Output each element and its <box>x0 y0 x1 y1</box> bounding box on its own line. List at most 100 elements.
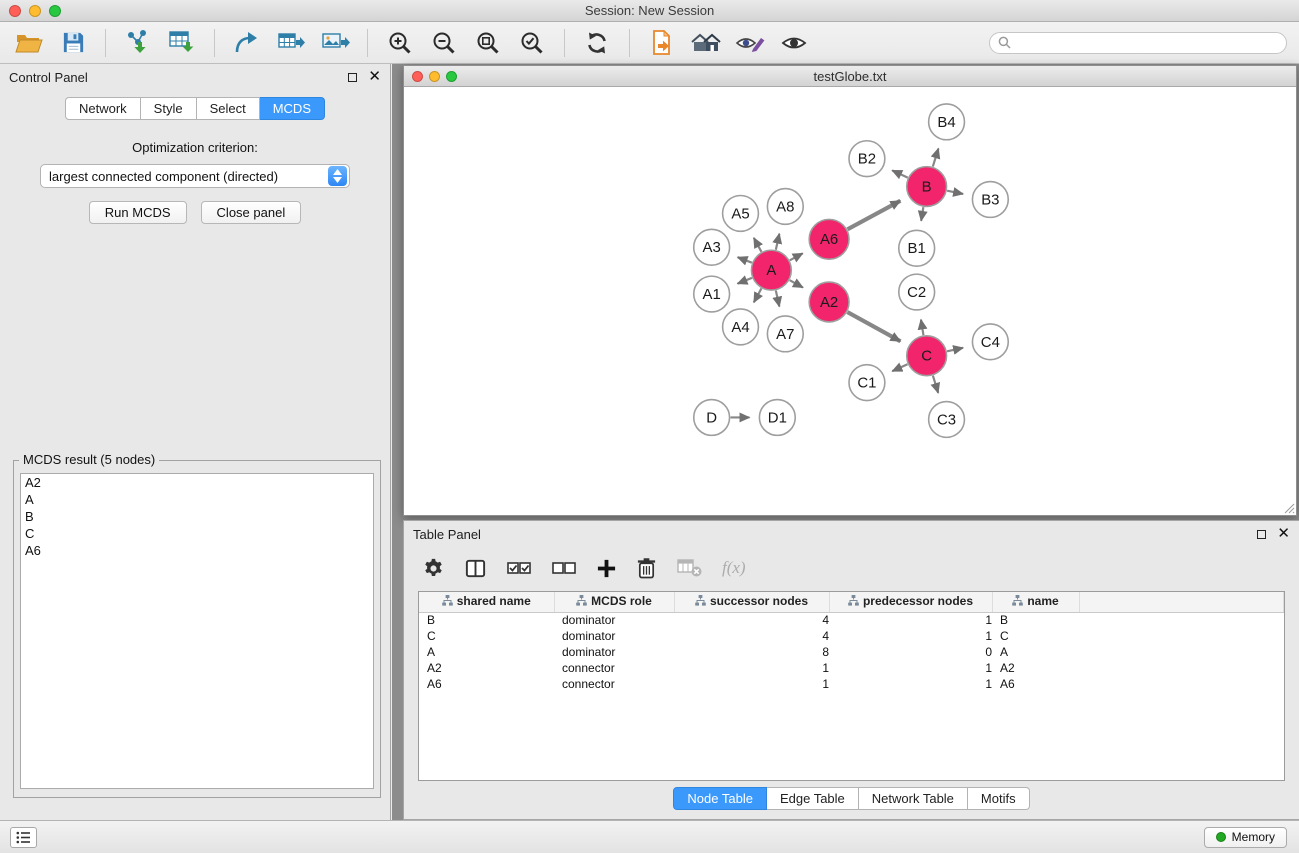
node-C3[interactable]: C3 <box>929 402 965 438</box>
search-input[interactable] <box>1016 35 1278 50</box>
zoom-fit-icon[interactable] <box>469 27 507 59</box>
close-table-panel-icon[interactable]: ✕ <box>1277 529 1290 539</box>
table-row[interactable]: Adominator80A <box>419 644 1284 660</box>
tab-style[interactable]: Style <box>141 97 197 120</box>
edge-A-A6[interactable] <box>790 253 803 260</box>
edge-C-C3[interactable] <box>933 376 938 393</box>
node-A4[interactable]: A4 <box>723 309 759 345</box>
edge-A-A8[interactable] <box>776 234 779 250</box>
edge-A-A2[interactable] <box>790 280 803 287</box>
node-B3[interactable]: B3 <box>972 182 1008 218</box>
edge-A-A1[interactable] <box>738 278 752 284</box>
close-panel-button[interactable]: Close panel <box>201 201 302 224</box>
edge-B-B4[interactable] <box>933 149 939 167</box>
float-table-panel-icon[interactable] <box>1257 530 1266 539</box>
edge-B-B1[interactable] <box>921 207 923 221</box>
table-row[interactable]: A2connector11A2 <box>419 660 1284 676</box>
node-D1[interactable]: D1 <box>759 400 795 436</box>
node-C[interactable]: C <box>907 336 947 376</box>
edge-A-A7[interactable] <box>776 291 779 307</box>
node-B2[interactable]: B2 <box>849 141 885 177</box>
table-row[interactable]: A6connector11A6 <box>419 676 1284 692</box>
add-column-icon[interactable] <box>596 558 617 579</box>
edge-A-A3[interactable] <box>738 257 752 262</box>
column-header-predecessor-nodes[interactable]: predecessor nodes <box>829 592 992 612</box>
tab-network-table[interactable]: Network Table <box>859 787 968 810</box>
edge-B-B2[interactable] <box>892 170 908 177</box>
zoom-out-icon[interactable] <box>425 27 463 59</box>
edge-A-A5[interactable] <box>754 238 762 252</box>
node-C1[interactable]: C1 <box>849 365 885 401</box>
edge-C-C4[interactable] <box>947 348 963 351</box>
float-panel-icon[interactable] <box>348 73 357 82</box>
mcds-result-item[interactable]: A <box>21 491 373 508</box>
table-row[interactable]: Cdominator41C <box>419 628 1284 644</box>
delete-table-icon[interactable] <box>676 557 703 579</box>
select-all-icon[interactable] <box>506 556 532 580</box>
node-C2[interactable]: C2 <box>899 274 935 310</box>
optimization-criterion-dropdown[interactable]: largest connected component (directed) <box>40 164 350 188</box>
memory-button[interactable]: Memory <box>1204 827 1287 848</box>
column-header-name[interactable]: name <box>992 592 1079 612</box>
node-B[interactable]: B <box>907 167 947 207</box>
import-network-icon[interactable] <box>119 27 157 59</box>
show-columns-icon[interactable] <box>464 557 487 580</box>
resize-grip-icon[interactable] <box>1282 501 1295 514</box>
node-C4[interactable]: C4 <box>972 324 1008 360</box>
import-table-icon[interactable] <box>163 27 201 59</box>
export-network-icon[interactable] <box>228 27 266 59</box>
mcds-result-list[interactable]: A2ABCA6 <box>20 473 374 789</box>
task-history-button[interactable] <box>10 827 37 848</box>
tab-network[interactable]: Network <box>65 97 141 120</box>
tab-motifs[interactable]: Motifs <box>968 787 1030 810</box>
node-B4[interactable]: B4 <box>929 104 965 140</box>
tab-node-table[interactable]: Node Table <box>673 787 767 810</box>
tab-edge-table[interactable]: Edge Table <box>767 787 859 810</box>
tab-mcds[interactable]: MCDS <box>260 97 325 120</box>
edge-A-A4[interactable] <box>754 288 762 302</box>
first-neighbors-icon[interactable] <box>643 27 681 59</box>
show-hide-icon[interactable] <box>775 27 813 59</box>
mcds-result-item[interactable]: A6 <box>21 542 373 559</box>
home-icon[interactable] <box>687 27 725 59</box>
run-mcds-button[interactable]: Run MCDS <box>89 201 187 224</box>
node-A3[interactable]: A3 <box>694 229 730 265</box>
mcds-result-item[interactable]: B <box>21 508 373 525</box>
node-A8[interactable]: A8 <box>767 189 803 225</box>
edge-A6-B[interactable] <box>848 201 901 230</box>
edge-B-B3[interactable] <box>947 191 963 194</box>
column-header-shared-name[interactable]: shared name <box>419 592 554 612</box>
search-field[interactable] <box>989 32 1287 54</box>
export-image-icon[interactable] <box>316 27 354 59</box>
node-A7[interactable]: A7 <box>767 316 803 352</box>
column-header-mcds-role[interactable]: MCDS role <box>554 592 674 612</box>
node-B1[interactable]: B1 <box>899 230 935 266</box>
node-A2[interactable]: A2 <box>809 282 849 322</box>
node-A[interactable]: A <box>751 250 791 290</box>
mcds-result-item[interactable]: C <box>21 525 373 542</box>
edge-A2-C[interactable] <box>847 312 900 341</box>
save-icon[interactable] <box>54 27 92 59</box>
export-table-icon[interactable] <box>272 27 310 59</box>
network-canvas[interactable]: B4 B2 B B3 A8A5 A6 A3 B1 A C2 A1 A2 A4A7 C4 C C1 C3 D D1 <box>404 87 1296 515</box>
zoom-selected-icon[interactable] <box>513 27 551 59</box>
mcds-result-item[interactable]: A2 <box>21 474 373 491</box>
delete-column-icon[interactable] <box>636 556 657 580</box>
table-settings-gear-icon[interactable] <box>422 557 445 580</box>
node-A5[interactable]: A5 <box>723 195 759 231</box>
column-header-successor-nodes[interactable]: successor nodes <box>674 592 829 612</box>
node-A6[interactable]: A6 <box>809 219 849 259</box>
style-preview-icon[interactable] <box>731 27 769 59</box>
table-row[interactable]: Bdominator41B <box>419 612 1284 628</box>
deselect-all-icon[interactable] <box>551 556 577 580</box>
node-D[interactable]: D <box>694 400 730 436</box>
open-file-icon[interactable] <box>10 27 48 59</box>
refresh-icon[interactable] <box>578 27 616 59</box>
edge-C-C1[interactable] <box>892 364 907 371</box>
edge-C-C2[interactable] <box>921 320 923 336</box>
function-builder-icon[interactable]: f(x) <box>722 558 746 578</box>
zoom-in-icon[interactable] <box>381 27 419 59</box>
tab-select[interactable]: Select <box>197 97 260 120</box>
close-panel-icon[interactable]: ✕ <box>368 72 381 82</box>
node-A1[interactable]: A1 <box>694 276 730 312</box>
